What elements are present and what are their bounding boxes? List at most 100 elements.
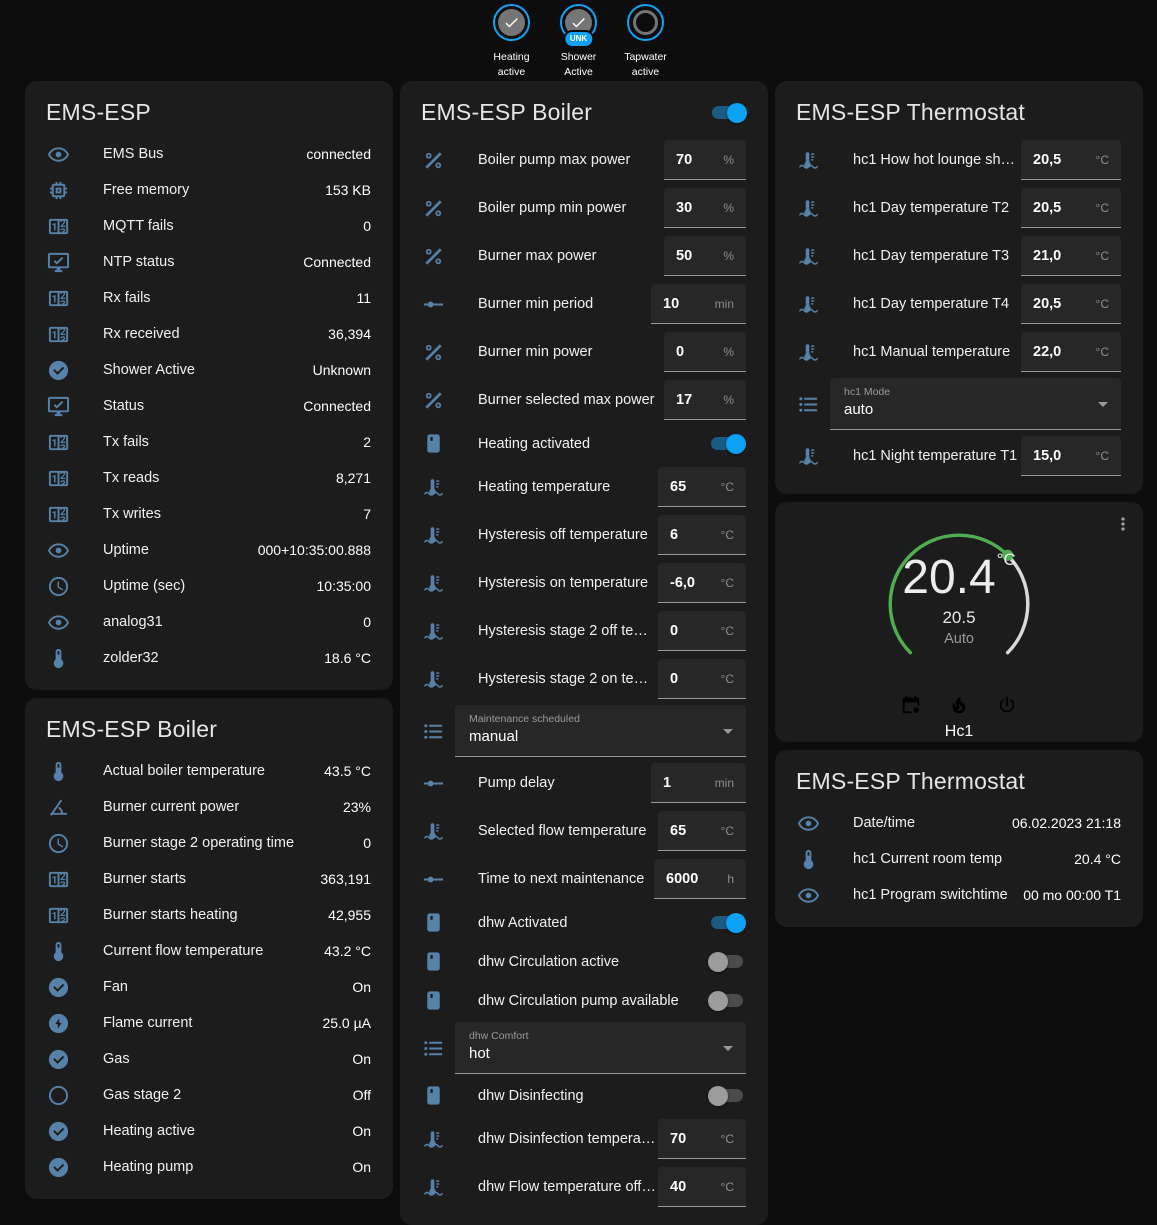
zone-label: Hc1 bbox=[788, 723, 1130, 741]
row-tx-fails[interactable]: Tx fails2 bbox=[38, 424, 380, 460]
row-free-memory[interactable]: Free memory153 KB bbox=[38, 172, 380, 208]
toggle-dhw-disinfecting[interactable] bbox=[708, 1086, 746, 1106]
row-burner-stage-2-operating-time[interactable]: Burner stage 2 operating time0 bbox=[38, 825, 380, 861]
thermometer-icon bbox=[47, 940, 70, 963]
row-label: hc1 Day temperature T4 bbox=[853, 296, 1021, 312]
row-actual-boiler-temperature[interactable]: Actual boiler temperature43.5 °C bbox=[38, 753, 380, 789]
row-date-time[interactable]: Date/time06.02.2023 21:18 bbox=[788, 805, 1130, 841]
row-label: Heating activated bbox=[478, 436, 708, 452]
row-hysteresis-off-temperature: Hysteresis off temperature6°C bbox=[413, 511, 755, 559]
number-input-hc1-day-temperature-t3[interactable]: 21,0°C bbox=[1021, 236, 1121, 276]
row-heating-pump[interactable]: Heating pumpOn bbox=[38, 1149, 380, 1185]
row-heating-active[interactable]: Heating activeOn bbox=[38, 1113, 380, 1149]
number-input-hysteresis-on-temperature[interactable]: -6,0°C bbox=[658, 563, 746, 603]
coolant-icon bbox=[797, 197, 820, 220]
number-input-dhw-disinfection-temperature[interactable]: 70°C bbox=[658, 1119, 746, 1159]
toggle-dhw-activated[interactable] bbox=[708, 913, 746, 933]
clock-icon bbox=[47, 832, 70, 855]
row-burner-starts-heating[interactable]: Burner starts heating42,955 bbox=[38, 897, 380, 933]
number-input-hc1-day-temperature-t2[interactable]: 20,5°C bbox=[1021, 188, 1121, 228]
select-value: hot bbox=[469, 1045, 716, 1062]
auto-mode-calendar-icon[interactable] bbox=[900, 694, 922, 716]
coolant-icon bbox=[422, 524, 445, 547]
counter-icon bbox=[47, 503, 70, 526]
badge-shower-active[interactable]: UNKShowerActive bbox=[549, 4, 609, 81]
toggle-dhw-circulation-active[interactable] bbox=[708, 952, 746, 972]
number-input-hc1-day-temperature-t4[interactable]: 20,5°C bbox=[1021, 284, 1121, 324]
number-input-burner-selected-max-power[interactable]: 17% bbox=[664, 380, 746, 420]
select-dhw-comfort[interactable]: dhw Comforthot bbox=[455, 1022, 746, 1074]
number-input-hc1-how-hot-lounge-should[interactable]: 20,5°C bbox=[1021, 140, 1121, 180]
coolant-icon bbox=[797, 445, 820, 468]
row-label: Rx received bbox=[103, 326, 318, 342]
number-input-hysteresis-off-temperature[interactable]: 6°C bbox=[658, 515, 746, 555]
number-input-dhw-flow-temperature-offset[interactable]: 40°C bbox=[658, 1167, 746, 1207]
row-hc1-program-switchtime[interactable]: hc1 Program switchtime00 mo 00:00 T1 bbox=[788, 877, 1130, 913]
number-input-burner-min-period[interactable]: 10min bbox=[651, 284, 746, 324]
row-label: Tx writes bbox=[103, 506, 353, 522]
row-ems-bus[interactable]: EMS Busconnected bbox=[38, 136, 380, 172]
coolant-icon bbox=[422, 620, 445, 643]
power-off-icon[interactable] bbox=[996, 694, 1018, 716]
row-label: Gas stage 2 bbox=[103, 1087, 343, 1103]
badge-tapwater-active[interactable]: Tapwateractive bbox=[616, 4, 676, 81]
select-maintenance-scheduled[interactable]: Maintenance scheduledmanual bbox=[455, 705, 746, 757]
row-burner-current-power[interactable]: Burner current power23% bbox=[38, 789, 380, 825]
eye-icon bbox=[47, 143, 70, 166]
number-input-boiler-pump-max-power[interactable]: 70% bbox=[664, 140, 746, 180]
row-uptime[interactable]: Uptime000+10:35:00.888 bbox=[38, 532, 380, 568]
row-tx-writes[interactable]: Tx writes7 bbox=[38, 496, 380, 532]
row-tx-reads[interactable]: Tx reads8,271 bbox=[38, 460, 380, 496]
number-input-heating-temperature[interactable]: 65°C bbox=[658, 467, 746, 507]
number-input-burner-max-power[interactable]: 50% bbox=[664, 236, 746, 276]
row-shower-active[interactable]: Shower ActiveUnknown bbox=[38, 352, 380, 388]
number-input-hysteresis-stage-2-on-temp[interactable]: 0°C bbox=[658, 659, 746, 699]
counter-icon bbox=[47, 904, 70, 927]
card-ems-esp: EMS-ESPEMS BusconnectedFree memory153 KB… bbox=[25, 81, 393, 690]
thermostat-dial[interactable]: 20.4°C 20.5 Auto bbox=[873, 518, 1045, 690]
badge-heating-active[interactable]: Heatingactive bbox=[482, 4, 542, 81]
row-burner-starts[interactable]: Burner starts363,191 bbox=[38, 861, 380, 897]
row-current-flow-temperature[interactable]: Current flow temperature43.2 °C bbox=[38, 933, 380, 969]
number-input-boiler-pump-min-power[interactable]: 30% bbox=[664, 188, 746, 228]
select-hc1-mode[interactable]: hc1 Modeauto bbox=[830, 378, 1121, 430]
thermometer-icon bbox=[47, 760, 70, 783]
dial-handle bbox=[1002, 550, 1013, 561]
number-input-selected-flow-temperature[interactable]: 65°C bbox=[658, 811, 746, 851]
number-input-pump-delay[interactable]: 1min bbox=[651, 763, 746, 803]
number-unit: °C bbox=[713, 576, 734, 590]
number-input-hysteresis-stage-2-off-temp[interactable]: 0°C bbox=[658, 611, 746, 651]
card-header-toggle[interactable] bbox=[709, 103, 747, 123]
switch-thumb bbox=[708, 991, 728, 1011]
row-rx-received[interactable]: Rx received36,394 bbox=[38, 316, 380, 352]
card-header: EMS-ESP Thermostat bbox=[788, 93, 1130, 136]
row-label: Time to next maintenance bbox=[478, 871, 654, 887]
row-flame-current[interactable]: Flame current25.0 µA bbox=[38, 1005, 380, 1041]
thermometer-icon bbox=[797, 848, 820, 871]
row-analog31[interactable]: analog310 bbox=[38, 604, 380, 640]
monitor-check-icon bbox=[47, 251, 70, 274]
row-fan[interactable]: FanOn bbox=[38, 969, 380, 1005]
row-uptime-sec[interactable]: Uptime (sec)10:35:00 bbox=[38, 568, 380, 604]
number-unit: h bbox=[719, 872, 734, 886]
row-label: Status bbox=[103, 398, 293, 414]
row-label: dhw Disinfecting bbox=[478, 1088, 708, 1104]
row-gas[interactable]: GasOn bbox=[38, 1041, 380, 1077]
number-input-time-to-next-maintenance[interactable]: 6000h bbox=[654, 859, 746, 899]
heat-mode-fire-icon[interactable] bbox=[948, 694, 970, 716]
row-status[interactable]: StatusConnected bbox=[38, 388, 380, 424]
number-input-burner-min-power[interactable]: 0% bbox=[664, 332, 746, 372]
eye-icon bbox=[47, 611, 70, 634]
card-header: EMS-ESP bbox=[38, 93, 380, 136]
toggle-heating-activated[interactable] bbox=[708, 434, 746, 454]
number-input-hc1-night-temperature-t1[interactable]: 15,0°C bbox=[1021, 436, 1121, 476]
row-rx-fails[interactable]: Rx fails11 bbox=[38, 280, 380, 316]
row-ntp-status[interactable]: NTP statusConnected bbox=[38, 244, 380, 280]
row-mqtt-fails[interactable]: MQTT fails0 bbox=[38, 208, 380, 244]
more-options-button[interactable] bbox=[1109, 510, 1137, 538]
row-gas-stage-2[interactable]: Gas stage 2Off bbox=[38, 1077, 380, 1113]
toggle-dhw-circulation-pump-available[interactable] bbox=[708, 991, 746, 1011]
row-hc1-current-room-temp[interactable]: hc1 Current room temp20.4 °C bbox=[788, 841, 1130, 877]
row-zolder32[interactable]: zolder3218.6 °C bbox=[38, 640, 380, 676]
number-input-hc1-manual-temperature[interactable]: 22,0°C bbox=[1021, 332, 1121, 372]
